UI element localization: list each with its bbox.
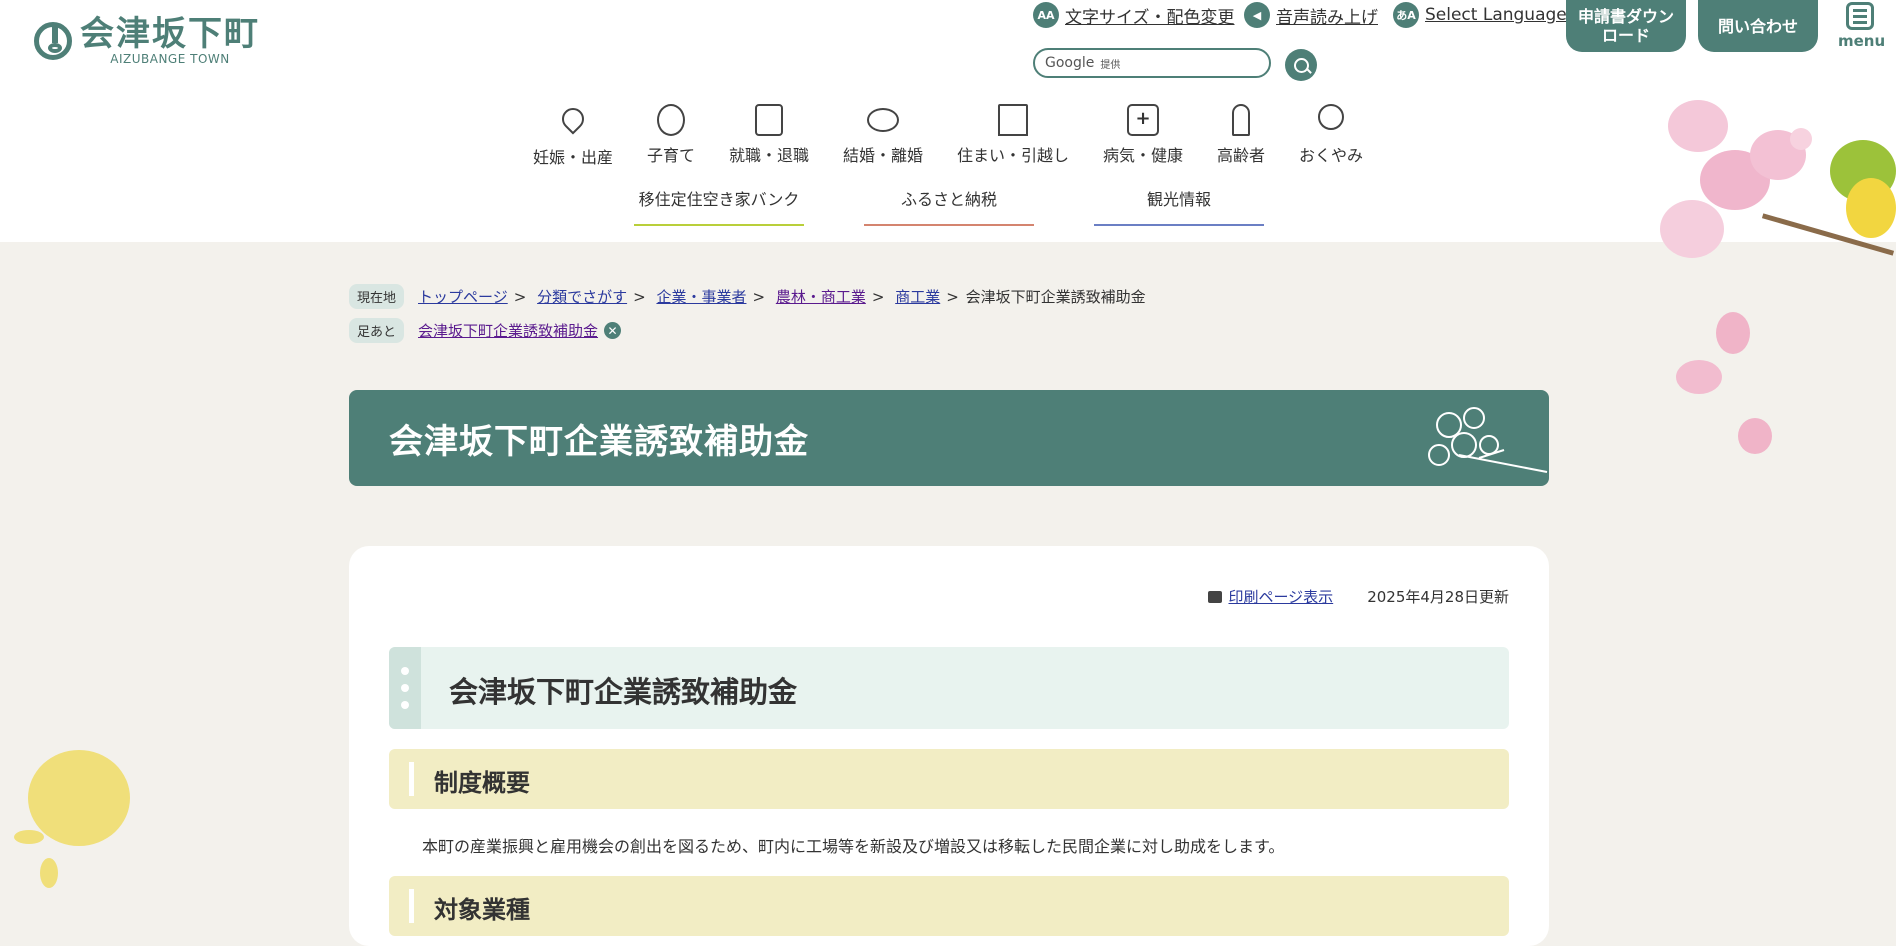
logo-mark-icon	[34, 22, 72, 60]
breadcrumb-tag: 現在地	[349, 284, 405, 309]
pregnancy-icon	[557, 103, 589, 135]
google-label: Google	[1045, 55, 1095, 71]
footprint-tag: 足あと	[349, 318, 405, 343]
house-icon	[997, 104, 1028, 136]
elderly-icon	[1231, 104, 1250, 136]
subnav-migration[interactable]: 移住定住空き家バンク	[634, 186, 804, 226]
voice-reader-link[interactable]: ◀ 音声読み上げ	[1244, 0, 1378, 30]
logo-subtitle: AIZUBANGE TOWN	[110, 52, 230, 66]
medical-icon: +	[1126, 104, 1159, 136]
search-provided-label: 提供	[1100, 59, 1121, 71]
section-heading-industries-text: 対象業種	[434, 896, 530, 924]
language-icon: あA	[1393, 2, 1419, 28]
footprint: 足あと 会津坂下町企業誘致補助金 ✕	[349, 318, 622, 343]
nav-condolence[interactable]: おくやみ	[1299, 104, 1363, 166]
breadcrumb-link-agriculture[interactable]: 農林・商工業	[776, 288, 866, 306]
rings-icon	[866, 108, 899, 132]
breadcrumb-current: 会津坂下町企業誘致補助金	[965, 288, 1146, 306]
select-language-link[interactable]: あA Select Language	[1393, 0, 1567, 30]
briefcase-icon	[754, 104, 783, 136]
nav-elderly[interactable]: 高齢者	[1217, 104, 1265, 166]
subnav-furusato-label: ふるさと納税	[900, 190, 997, 209]
updated-date: 2025年4月28日更新	[1367, 588, 1509, 606]
section-heading-overview-text: 制度概要	[434, 769, 530, 797]
subnav-tourism-label: 観光情報	[1146, 190, 1211, 209]
content-heading: 会津坂下町企業誘致補助金	[389, 647, 1509, 729]
heading-decoration	[389, 647, 421, 729]
menu-label: menu	[1838, 32, 1886, 50]
breadcrumb-link-top[interactable]: トップページ	[418, 288, 508, 306]
nav-employment-label: 就職・退職	[728, 146, 810, 165]
download-button-label: 申請書ダウンロード	[1577, 7, 1674, 45]
nav-pregnancy[interactable]: 妊娠・出産	[532, 103, 614, 168]
search-button[interactable]	[1285, 49, 1317, 81]
nav-housing-label: 住まい・引越し	[956, 146, 1070, 165]
nav-marriage-label: 結婚・離婚	[842, 146, 924, 165]
text-size-label: 文字サイズ・配色変更	[1065, 7, 1235, 28]
search-icon	[1293, 57, 1309, 73]
nav-elderly-label: 高齢者	[1216, 146, 1266, 165]
contact-button-label: 問い合わせ	[1717, 16, 1798, 36]
subnav-tourism[interactable]: 観光情報	[1094, 186, 1264, 226]
site-header: 会津坂下町 AIZUBANGE TOWN AA 文字サイズ・配色変更 ◀ 音声読…	[0, 0, 1896, 242]
logo-title: 会津坂下町	[80, 14, 260, 54]
menu-icon	[1846, 2, 1874, 30]
page-title: 会津坂下町企業誘致補助金	[389, 422, 809, 462]
nav-condolence-label: おくやみ	[1298, 146, 1364, 165]
nav-childcare-label: 子育て	[646, 146, 696, 165]
overview-paragraph: 本町の産業振興と雇用機会の創出を図るため、町内に工場等を新設及び増設又は移転した…	[422, 837, 1285, 856]
page-meta: 印刷ページ表示 2025年4月28日更新	[1208, 586, 1509, 607]
breadcrumb: 現在地 トップページ > 分類でさがす > 企業・事業者 > 農林・商工業 > 商工業 >…	[349, 284, 1146, 309]
close-icon[interactable]: ✕	[604, 322, 622, 339]
nav-employment[interactable]: 就職・退職	[729, 104, 809, 166]
child-icon	[656, 104, 685, 136]
site-logo[interactable]: 会津坂下町 AIZUBANGE TOWN	[34, 16, 260, 66]
voice-reader-label: 音声読み上げ	[1276, 7, 1378, 28]
page-title-banner: 会津坂下町企業誘致補助金	[349, 390, 1549, 486]
nav-housing[interactable]: 住まい・引越し	[957, 104, 1069, 166]
breadcrumb-link-category[interactable]: 分類でさがす	[537, 288, 627, 306]
flower-illustration-icon	[1428, 407, 1548, 473]
nav-health[interactable]: + 病気・健康	[1103, 104, 1183, 166]
search-input[interactable]: Google 提供	[1033, 48, 1271, 78]
footprint-link[interactable]: 会津坂下町企業誘致補助金	[418, 320, 598, 341]
section-heading-industries: 対象業種	[389, 876, 1509, 936]
download-button[interactable]: 申請書ダウンロード	[1566, 0, 1686, 52]
text-size-link[interactable]: AA 文字サイズ・配色変更	[1033, 0, 1235, 30]
nav-pregnancy-label: 妊娠・出産	[532, 148, 614, 167]
menu-button[interactable]: menu	[1838, 2, 1886, 50]
nav-health-label: 病気・健康	[1102, 146, 1184, 165]
breadcrumb-link-commerce[interactable]: 商工業	[895, 288, 940, 306]
contact-button[interactable]: 問い合わせ	[1698, 0, 1818, 52]
printer-icon	[1208, 590, 1223, 603]
nav-marriage[interactable]: 結婚・離婚	[843, 104, 923, 166]
section-heading-overview: 制度概要	[389, 749, 1509, 809]
speaker-icon: ◀	[1244, 2, 1270, 28]
text-size-icon: AA	[1033, 2, 1059, 28]
print-link[interactable]: 印刷ページ表示	[1228, 586, 1333, 607]
content-heading-text: 会津坂下町企業誘致補助金	[449, 675, 798, 709]
select-language-label: Select Language	[1425, 5, 1567, 25]
breadcrumb-link-business[interactable]: 企業・事業者	[656, 288, 746, 306]
nav-childcare[interactable]: 子育て	[647, 104, 695, 166]
subnav-furusato[interactable]: ふるさと納税	[864, 186, 1034, 226]
content-card: 印刷ページ表示 2025年4月28日更新 会津坂下町企業誘致補助金 制度概要 本…	[349, 546, 1549, 946]
flower-icon	[1317, 104, 1344, 130]
subnav-migration-label: 移住定住空き家バンク	[638, 190, 800, 209]
